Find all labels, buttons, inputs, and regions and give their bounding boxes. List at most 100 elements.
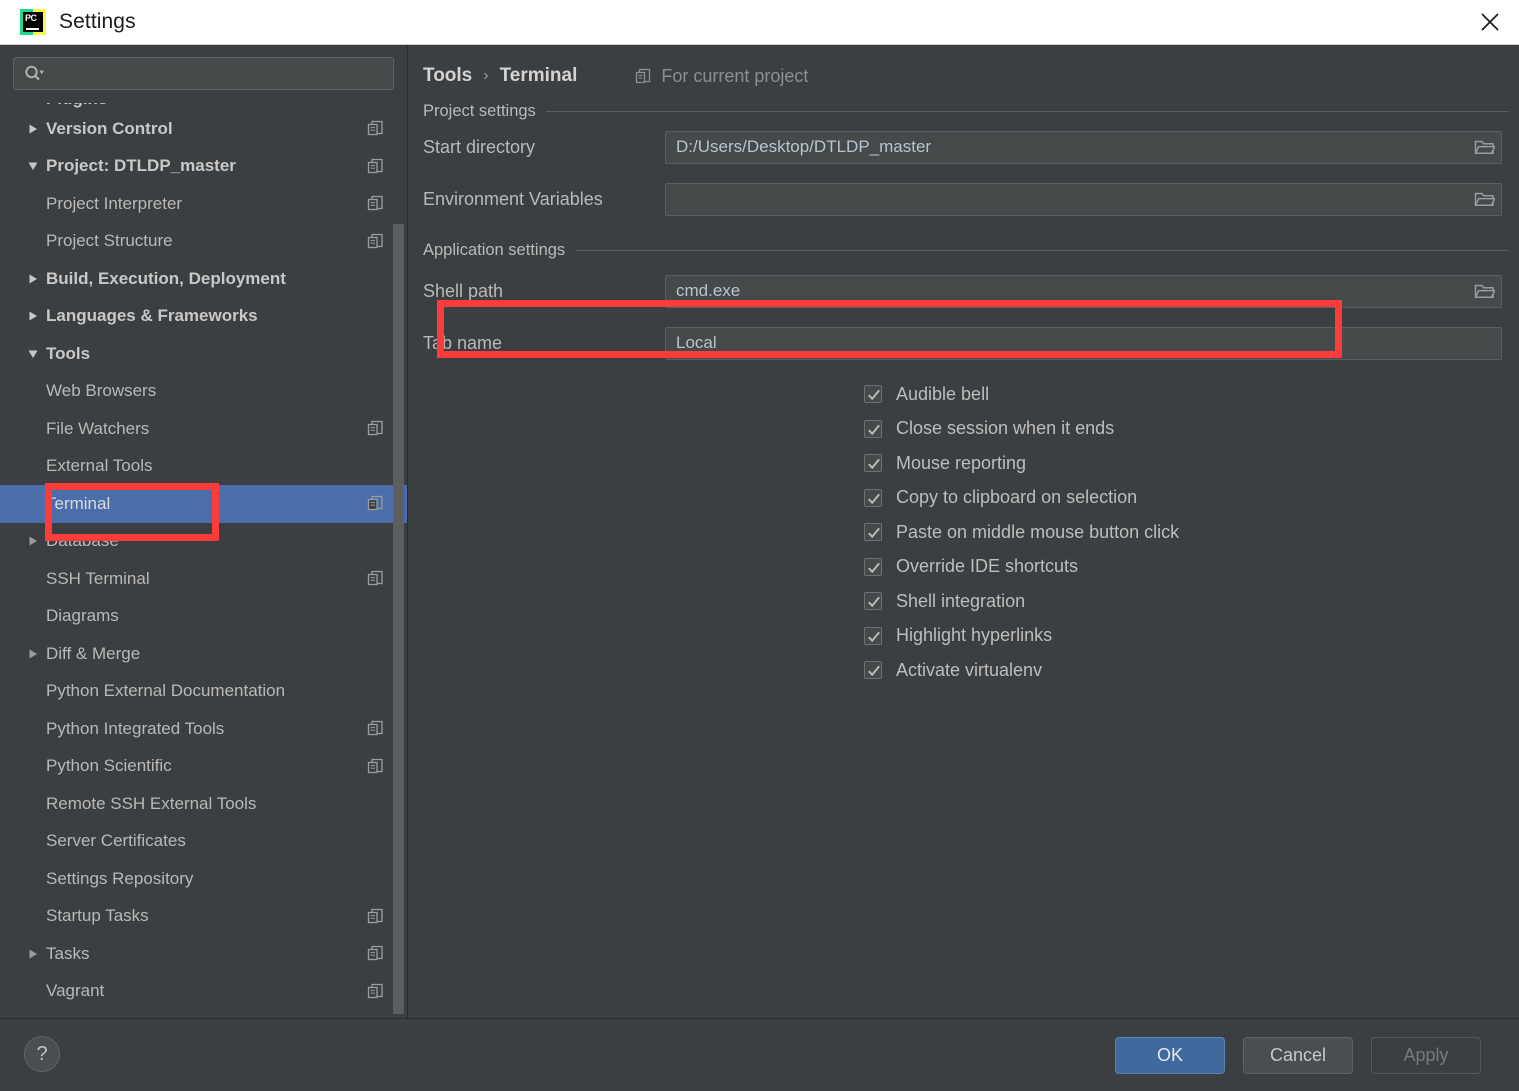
- sidebar-item-vagrant[interactable]: Vagrant: [0, 973, 407, 1011]
- checkbox-shell-integration[interactable]: [864, 592, 882, 611]
- checkbox-row-highlight-hyperlinks[interactable]: Highlight hyperlinks: [409, 619, 1519, 654]
- copy-icon[interactable]: [360, 570, 390, 587]
- copy-icon[interactable]: [360, 983, 390, 1000]
- chevron-down-icon[interactable]: [20, 348, 46, 360]
- sidebar-item-python-external-documentation[interactable]: Python External Documentation: [0, 673, 407, 711]
- copy-icon-placeholder: [360, 645, 390, 662]
- copy-icon[interactable]: [360, 120, 390, 137]
- sidebar-item-diff-merge[interactable]: Diff & Merge: [0, 635, 407, 673]
- checkbox-label: Close session when it ends: [896, 418, 1115, 439]
- sidebar-item-python-integrated-tools[interactable]: Python Integrated Tools: [0, 710, 407, 748]
- checkbox-mouse-reporting[interactable]: [864, 454, 882, 473]
- sidebar-item-startup-tasks[interactable]: Startup Tasks: [0, 898, 407, 936]
- cancel-button[interactable]: Cancel: [1243, 1037, 1353, 1074]
- chevron-right-icon[interactable]: [20, 648, 46, 660]
- chevron-right-icon[interactable]: [20, 273, 46, 285]
- checkbox-row-paste-on-middle-mouse-button-click[interactable]: Paste on middle mouse button click: [409, 515, 1519, 550]
- copy-icon[interactable]: [360, 158, 390, 175]
- sidebar-scrollbar-thumb[interactable]: [393, 224, 404, 1014]
- sidebar-item-build-execution-deployment[interactable]: Build, Execution, Deployment: [0, 260, 407, 298]
- environment-variables-label: Environment Variables: [423, 188, 603, 209]
- copy-icon[interactable]: [360, 495, 390, 512]
- folder-icon[interactable]: [1467, 138, 1501, 156]
- search-box[interactable]: [13, 57, 394, 90]
- checkbox-audible-bell[interactable]: [864, 385, 882, 404]
- chevron-down-icon[interactable]: [20, 160, 46, 172]
- settings-content: Tools › Terminal For current project Pro…: [409, 45, 1519, 1018]
- application-settings-fields: Shell path cmd.exe Tab name Local: [409, 265, 1519, 369]
- window-titlebar: PC Settings: [0, 0, 1519, 45]
- checkbox-highlight-hyperlinks[interactable]: [864, 626, 882, 645]
- copy-icon[interactable]: [360, 233, 390, 250]
- sidebar-item-label: Project Interpreter: [46, 193, 183, 213]
- sidebar-scrollbar[interactable]: [393, 224, 404, 1014]
- ok-button[interactable]: OK: [1115, 1037, 1225, 1074]
- checkbox-row-shell-integration[interactable]: Shell integration: [409, 584, 1519, 619]
- start-directory-input[interactable]: D:/Users/Desktop/DTLDP_master: [665, 130, 1502, 164]
- copy-icon[interactable]: [360, 195, 390, 212]
- shell-path-input[interactable]: cmd.exe: [665, 274, 1502, 308]
- folder-icon[interactable]: [1467, 282, 1501, 300]
- checkbox-row-audible-bell[interactable]: Audible bell: [409, 377, 1519, 412]
- field-row-start-directory: Start directory D:/Users/Desktop/DTLDP_ma…: [409, 121, 1519, 173]
- chevron-right-icon[interactable]: [20, 948, 46, 960]
- sidebar-item-plugins[interactable]: Plugins: [0, 103, 407, 110]
- sidebar-item-settings-repository[interactable]: Settings Repository: [0, 860, 407, 898]
- sidebar-item-label: Remote SSH External Tools: [46, 793, 257, 813]
- checkbox-copy-to-clipboard-on-selection[interactable]: [864, 488, 882, 507]
- environment-variables-input[interactable]: [665, 182, 1502, 216]
- folder-icon[interactable]: [1467, 190, 1501, 208]
- sidebar-item-python-scientific[interactable]: Python Scientific: [0, 748, 407, 786]
- tab-name-input[interactable]: Local: [665, 326, 1502, 360]
- sidebar-item-tools[interactable]: Tools: [0, 335, 407, 373]
- copy-icon-placeholder: [360, 833, 390, 850]
- checkbox-row-copy-to-clipboard-on-selection[interactable]: Copy to clipboard on selection: [409, 481, 1519, 516]
- checkbox-activate-virtualenv[interactable]: [864, 661, 882, 680]
- sidebar-item-diagrams[interactable]: Diagrams: [0, 598, 407, 636]
- copy-icon[interactable]: [360, 945, 390, 962]
- sidebar-item-external-tools[interactable]: External Tools: [0, 448, 407, 486]
- breadcrumb-root[interactable]: Tools: [423, 65, 472, 87]
- sidebar-item-label: Version Control: [46, 118, 173, 138]
- sidebar-item-tasks[interactable]: Tasks: [0, 935, 407, 973]
- dialog-footer: ? OK Cancel Apply: [0, 1018, 1519, 1091]
- checkbox-close-session-when-it-ends[interactable]: [864, 419, 882, 438]
- settings-sidebar: Plugins Version Control Project: DTLDP_mas…: [0, 45, 408, 1018]
- sidebar-item-label: Database: [46, 531, 119, 551]
- copy-icon[interactable]: [360, 758, 390, 775]
- sidebar-item-label: Server Certificates: [46, 831, 186, 851]
- checkbox-override-ide-shortcuts[interactable]: [864, 557, 882, 576]
- sidebar-item-server-certificates[interactable]: Server Certificates: [0, 823, 407, 861]
- checkbox-row-override-ide-shortcuts[interactable]: Override IDE shortcuts: [409, 550, 1519, 585]
- checkbox-row-close-session-when-it-ends[interactable]: Close session when it ends: [409, 412, 1519, 447]
- close-icon[interactable]: [1461, 0, 1519, 44]
- copy-icon[interactable]: [360, 420, 390, 437]
- sidebar-item-file-watchers[interactable]: File Watchers: [0, 410, 407, 448]
- dialog-button-group: OK Cancel Apply: [1115, 1037, 1481, 1074]
- checkbox-label: Copy to clipboard on selection: [896, 487, 1138, 508]
- sidebar-item-version-control[interactable]: Version Control: [0, 110, 407, 148]
- chevron-right-icon[interactable]: [20, 535, 46, 547]
- chevron-right-icon[interactable]: [20, 310, 46, 322]
- sidebar-item-web-browsers[interactable]: Web Browsers: [0, 373, 407, 411]
- copy-icon[interactable]: [360, 720, 390, 737]
- sidebar-item-ssh-terminal[interactable]: SSH Terminal: [0, 560, 407, 598]
- checkbox-paste-on-middle-mouse-button-click[interactable]: [864, 523, 882, 542]
- checkbox-row-activate-virtualenv[interactable]: Activate virtualenv: [409, 653, 1519, 688]
- search-input[interactable]: [44, 65, 383, 82]
- help-button[interactable]: ?: [24, 1036, 60, 1072]
- chevron-right-icon[interactable]: [20, 123, 46, 135]
- sidebar-item-project-interpreter[interactable]: Project Interpreter: [0, 185, 407, 223]
- sidebar-item-remote-ssh-external-tools[interactable]: Remote SSH External Tools: [0, 785, 407, 823]
- sidebar-item-project-structure[interactable]: Project Structure: [0, 223, 407, 261]
- copy-icon[interactable]: [360, 908, 390, 925]
- sidebar-item-label: Terminal: [46, 493, 111, 513]
- sidebar-item-project-dtldp-master[interactable]: Project: DTLDP_master: [0, 148, 407, 186]
- copy-icon-placeholder: [360, 533, 390, 550]
- sidebar-item-languages-frameworks[interactable]: Languages & Frameworks: [0, 298, 407, 336]
- sidebar-item-label: External Tools: [46, 456, 153, 476]
- sidebar-item-database[interactable]: Database: [0, 523, 407, 561]
- checkbox-row-mouse-reporting[interactable]: Mouse reporting: [409, 446, 1519, 481]
- sidebar-item-terminal[interactable]: Terminal: [0, 485, 407, 523]
- sidebar-item-label: Project Structure: [46, 231, 173, 251]
